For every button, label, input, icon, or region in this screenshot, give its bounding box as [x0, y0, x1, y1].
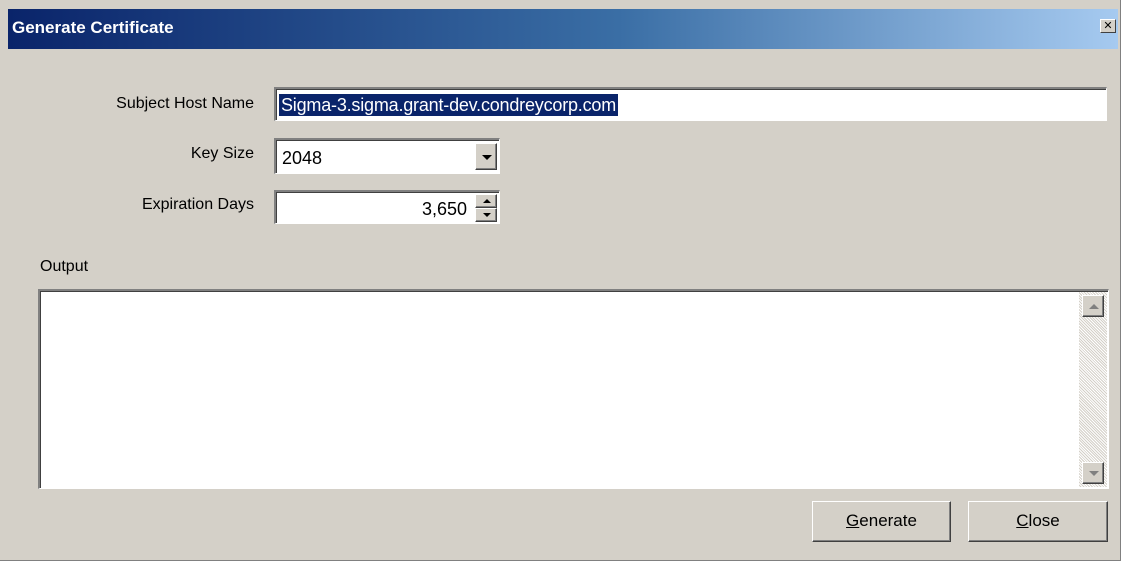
title-bar[interactable]: Generate Certificate ✕: [8, 9, 1118, 49]
arrow-down-icon: [483, 213, 491, 217]
close-button[interactable]: Close: [968, 501, 1108, 542]
expiration-days-decrement-button[interactable]: [475, 208, 497, 222]
key-size-value: 2048: [282, 148, 323, 168]
close-button-label: lose: [1028, 511, 1060, 530]
close-icon[interactable]: ✕: [1100, 19, 1116, 33]
subject-host-name-input[interactable]: Sigma-3.sigma.grant-dev.condreycorp.com: [274, 87, 1107, 121]
subject-host-name-value: Sigma-3.sigma.grant-dev.condreycorp.com: [279, 94, 619, 116]
key-size-label: Key Size: [190, 145, 254, 162]
key-size-select[interactable]: 2048: [274, 138, 500, 174]
expiration-days-stepper[interactable]: 3,650: [274, 190, 500, 224]
generate-certificate-dialog: Generate Certificate ✕ Subject Host Name…: [0, 0, 1121, 561]
generate-button-mnemonic: G: [846, 511, 860, 530]
output-textarea[interactable]: [38, 289, 1109, 489]
scroll-down-arrow-icon: [1089, 471, 1099, 476]
generate-button-label: enerate: [859, 511, 917, 530]
scroll-down-button[interactable]: [1082, 462, 1104, 484]
key-size-dropdown-button[interactable]: [475, 143, 497, 170]
output-label: Output: [40, 258, 89, 275]
subject-host-name-label: Subject Host Name: [116, 95, 254, 112]
expiration-days-increment-button[interactable]: [475, 194, 497, 208]
scroll-up-button[interactable]: [1082, 295, 1104, 317]
expiration-days-value: 3,650: [421, 199, 467, 219]
chevron-down-icon: [482, 155, 492, 160]
expiration-days-label: Expiration Days: [141, 196, 254, 213]
window-title: Generate Certificate: [12, 18, 174, 37]
scroll-up-arrow-icon: [1089, 304, 1099, 309]
output-vertical-scrollbar[interactable]: [1079, 292, 1107, 487]
arrow-up-icon: [483, 199, 491, 203]
close-button-mnemonic: C: [1016, 511, 1029, 530]
generate-button[interactable]: Generate: [812, 501, 951, 542]
